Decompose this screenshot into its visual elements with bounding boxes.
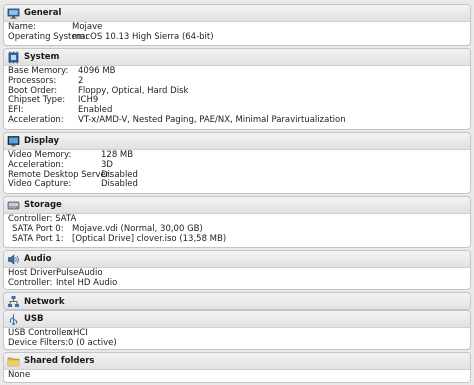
section-header-system[interactable]: System	[4, 49, 470, 66]
section-display: Display Video Memory: 128 MB Acceleration…	[3, 132, 471, 194]
row-value: 4096 MB	[78, 66, 116, 76]
section-header-usb[interactable]: USB	[4, 311, 470, 328]
row-value: VT-x/AMD-V, Nested Paging, PAE/NX, Minim…	[78, 114, 346, 125]
row-label: Operating System:	[8, 31, 88, 42]
monitor-icon	[7, 7, 20, 20]
detail-row-base-memory: Base Memory: 4096 MB	[4, 66, 470, 77]
display-icon	[7, 135, 20, 148]
section-title: General	[24, 8, 62, 18]
detail-row-boot-order: Boot Order: Floppy, Optical, Hard Disk	[4, 86, 470, 97]
section-general: General Name: Mojave Operating System: mac…	[3, 4, 471, 46]
row-label: Acceleration:	[8, 114, 64, 125]
detail-row-sata-port-1: SATA Port 1: [Optical Drive] clover.iso (…	[4, 233, 470, 245]
detail-row-video-memory: Video Memory: 128 MB	[4, 150, 470, 161]
section-system: System Base Memory: 4096 MB Processors: 2 …	[3, 48, 471, 130]
detail-row-shared-folders-none: None	[4, 370, 470, 381]
row-value: [Optical Drive] clover.iso (13,58 MB)	[72, 233, 227, 244]
row-label: SATA Port 1:	[12, 233, 64, 244]
row-value: 0 (0 active)	[68, 337, 117, 348]
section-title: System	[24, 52, 60, 62]
section-header-shared-folders[interactable]: Shared folders	[4, 353, 470, 370]
section-title: Storage	[24, 200, 62, 210]
detail-row-device-filters: Device Filters: 0 (0 active)	[4, 337, 470, 349]
section-title: Network	[24, 296, 65, 307]
detail-row-audio-controller: Controller: Intel HD Audio	[4, 277, 470, 289]
section-title: Shared folders	[24, 356, 95, 366]
section-header-network[interactable]: Network	[4, 293, 470, 309]
detail-row-video-capture: Video Capture: Disabled	[4, 180, 470, 190]
section-storage: Storage Controller: SATA SATA Port 0: Moj…	[3, 196, 471, 248]
section-shared-folders: Shared folders None	[3, 352, 471, 383]
row-value: None	[8, 370, 31, 380]
section-title: USB	[24, 314, 44, 324]
section-title: Display	[24, 136, 60, 146]
usb-icon	[7, 313, 20, 326]
row-value: Disabled	[101, 179, 138, 190]
section-header-general[interactable]: General	[4, 5, 470, 22]
row-value: macOS 10.13 High Sierra (64-bit)	[72, 31, 214, 42]
row-label: Video Capture:	[8, 179, 72, 190]
detail-row-remote-desktop: Remote Desktop Server: Disabled	[4, 170, 470, 181]
section-audio: Audio Host Driver: PulseAudio Controller:…	[3, 250, 471, 290]
section-network: Network	[3, 292, 471, 310]
row-label: Device Filters:	[8, 337, 69, 348]
disk-icon	[7, 199, 20, 212]
section-header-display[interactable]: Display	[4, 133, 470, 150]
section-header-storage[interactable]: Storage	[4, 197, 470, 214]
detail-row-acceleration: Acceleration: VT-x/AMD-V, Nested Paging, …	[4, 114, 470, 126]
section-usb: USB USB Controller: xHCI Device Filters: 0…	[3, 310, 471, 350]
detail-row-chipset: Chipset Type: ICH9	[4, 96, 470, 106]
section-header-audio[interactable]: Audio	[4, 251, 470, 268]
speaker-icon	[7, 253, 20, 266]
row-value: Intel HD Audio	[56, 277, 118, 288]
section-title: Audio	[24, 254, 52, 264]
folder-icon	[7, 355, 20, 368]
row-label: Controller:	[8, 277, 53, 288]
detail-row-os: Operating System: macOS 10.13 High Sierra…	[4, 31, 470, 43]
network-icon	[7, 295, 20, 308]
detail-row-processors: Processors: 2	[4, 76, 470, 87]
chip-icon	[7, 51, 20, 64]
